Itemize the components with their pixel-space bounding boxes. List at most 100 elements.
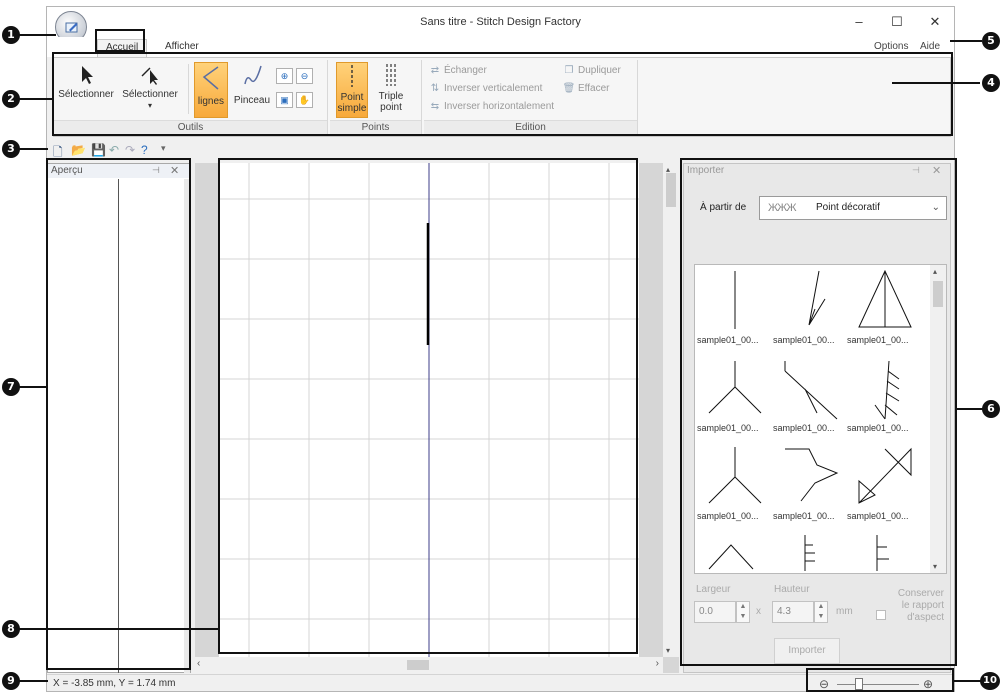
- new-file-icon[interactable]: 🗋: [53, 143, 63, 164]
- gallery-item[interactable]: sample01_00...: [697, 355, 771, 437]
- group-outils: Sélectionner Sélectionner ▾ lignes Pince…: [54, 60, 328, 134]
- flip-horizontal-button[interactable]: ⇆ Inverser horizontalement: [428, 100, 554, 114]
- edition-label: Edition: [424, 120, 637, 134]
- width-spinner[interactable]: ▲ ▼: [736, 601, 750, 623]
- open-folder-icon[interactable]: 📂: [71, 143, 86, 157]
- select-button[interactable]: Sélectionner: [56, 64, 116, 108]
- unit-label: mm: [836, 606, 853, 617]
- gallery-item[interactable]: sample01_00...: [773, 443, 847, 525]
- help-menu[interactable]: Aide: [920, 41, 940, 52]
- callout-leader: [18, 680, 48, 682]
- canvas-area: ▴ ▾ ‹ ›: [195, 163, 679, 673]
- close-icon[interactable]: ✕: [170, 164, 179, 177]
- zoom-in-icon[interactable]: ⊕: [923, 677, 933, 691]
- height-input[interactable]: 4.3: [772, 601, 814, 623]
- canvas-vertical-scrollbar[interactable]: ▴ ▾: [663, 163, 679, 657]
- pan-hand-icon[interactable]: ✋: [296, 92, 313, 108]
- points-label: Points: [330, 120, 421, 134]
- close-button[interactable]: ✕: [915, 11, 954, 33]
- gallery-item[interactable]: sample01_00...: [847, 267, 921, 349]
- duplicate-button[interactable]: ❐ Dupliquer: [562, 64, 621, 78]
- scroll-left-icon[interactable]: ‹: [197, 658, 200, 669]
- line-tool-icon: [202, 66, 219, 90]
- zoom-slider-track[interactable]: [837, 684, 919, 685]
- triple-stitch-button[interactable]: Triple point: [374, 62, 408, 118]
- gallery-item-label: sample01_00...: [773, 335, 835, 345]
- close-icon[interactable]: ✕: [932, 164, 941, 177]
- brush-button[interactable]: Pinceau: [232, 62, 272, 118]
- fit-page-icon[interactable]: ▣: [276, 92, 293, 108]
- flip-vertical-icon: ⇅: [430, 83, 440, 94]
- import-button[interactable]: Importer: [774, 638, 840, 664]
- stitch-thumbnail: [858, 447, 912, 504]
- keep-ratio-checkbox[interactable]: [876, 610, 886, 620]
- tab-afficher[interactable]: Afficher: [157, 39, 207, 57]
- group-edition: ⇄ Échanger ⇅ Inverser verticalement ⇆ Inver…: [424, 60, 638, 134]
- select-dropdown-button[interactable]: Sélectionner ▾: [118, 64, 182, 114]
- gallery-item[interactable]: sample01_00...: [697, 443, 771, 525]
- scroll-right-icon[interactable]: ›: [656, 658, 659, 669]
- duplicate-label: Dupliquer: [578, 65, 621, 76]
- scroll-down-icon[interactable]: ▾: [933, 562, 937, 571]
- preview-panel: Aperçu ⊣ ✕: [47, 163, 191, 673]
- gallery-item-label: sample01_00...: [697, 511, 759, 521]
- help-icon[interactable]: ?: [141, 143, 148, 157]
- design-canvas[interactable]: [219, 163, 639, 657]
- options-menu[interactable]: Options: [874, 41, 908, 52]
- trash-icon: 🗑: [562, 83, 576, 94]
- zoom-out-icon[interactable]: ⊖: [819, 677, 829, 691]
- scroll-down-icon[interactable]: ▾: [666, 646, 670, 655]
- pin-icon[interactable]: ⊣: [912, 165, 920, 176]
- keep-ratio-line-1: Conserver: [897, 588, 944, 599]
- source-select[interactable]: ЖЖЖ Point décoratif ⌄: [759, 196, 947, 220]
- customize-chevron-icon[interactable]: ▾: [161, 143, 166, 154]
- callout-leader: [18, 98, 54, 100]
- stitch-gallery[interactable]: sample01_00... sample01_00... sample01_0…: [694, 264, 947, 574]
- node-select-icon: [141, 67, 158, 85]
- zoom-in-icon[interactable]: ⊕: [276, 68, 293, 84]
- zoom-out-icon[interactable]: ⊖: [296, 68, 313, 84]
- scroll-thumb[interactable]: [933, 281, 943, 307]
- width-input[interactable]: 0.0: [694, 601, 736, 623]
- lines-button[interactable]: lignes: [194, 62, 228, 118]
- scroll-thumb[interactable]: [666, 173, 676, 207]
- stitch-thumbnail: [808, 270, 826, 326]
- gallery-item-label: sample01_00...: [847, 511, 909, 521]
- gallery-item[interactable]: sample01_00...: [773, 355, 847, 437]
- gallery-item[interactable]: sample01_00...: [773, 267, 847, 349]
- triple-stitch-label-1: Triple: [378, 91, 404, 102]
- callout-4: 4: [982, 74, 1000, 92]
- delete-button[interactable]: 🗑 Effacer: [562, 82, 610, 96]
- callout-leader: [18, 148, 48, 150]
- redo-icon[interactable]: ↷: [125, 143, 135, 157]
- preview-scrollbar[interactable]: [184, 179, 190, 673]
- maximize-button[interactable]: ☐: [877, 11, 917, 33]
- gallery-item[interactable]: sample01_00...: [697, 267, 771, 349]
- swap-button[interactable]: ⇄ Échanger: [428, 64, 487, 78]
- gallery-scrollbar[interactable]: ▴ ▾: [930, 265, 946, 573]
- preview-title: Aperçu: [48, 164, 190, 178]
- single-stitch-button[interactable]: Point simple: [336, 62, 368, 118]
- pin-icon[interactable]: ⊣: [152, 165, 160, 176]
- canvas-horizontal-scrollbar[interactable]: ‹ ›: [195, 657, 663, 673]
- save-icon[interactable]: 💾: [91, 143, 106, 157]
- brush-icon: [244, 65, 262, 85]
- hscroll-thumb[interactable]: [407, 660, 429, 670]
- minimize-button[interactable]: –: [839, 11, 879, 33]
- tab-accueil[interactable]: Accueil: [97, 39, 148, 57]
- callout-leader: [952, 680, 982, 682]
- scroll-up-icon[interactable]: ▴: [933, 267, 937, 276]
- height-spinner[interactable]: ▲ ▼: [814, 601, 828, 623]
- undo-icon[interactable]: ↶: [109, 143, 119, 157]
- gallery-item[interactable]: sample01_00...: [847, 443, 921, 525]
- arrow-cursor-icon: [82, 66, 93, 84]
- window-title: Sans titre - Stitch Design Factory: [420, 16, 581, 28]
- flip-vertical-button[interactable]: ⇅ Inverser verticalement: [428, 82, 543, 96]
- zoom-slider-thumb[interactable]: [855, 678, 863, 690]
- width-label: Largeur: [696, 584, 731, 595]
- stitch-thumbnail: [785, 448, 839, 502]
- duplicate-icon: ❐: [564, 65, 574, 76]
- chevron-down-icon: ▾: [147, 101, 152, 110]
- delete-label: Effacer: [578, 83, 610, 94]
- gallery-item[interactable]: sample01_00...: [847, 355, 921, 437]
